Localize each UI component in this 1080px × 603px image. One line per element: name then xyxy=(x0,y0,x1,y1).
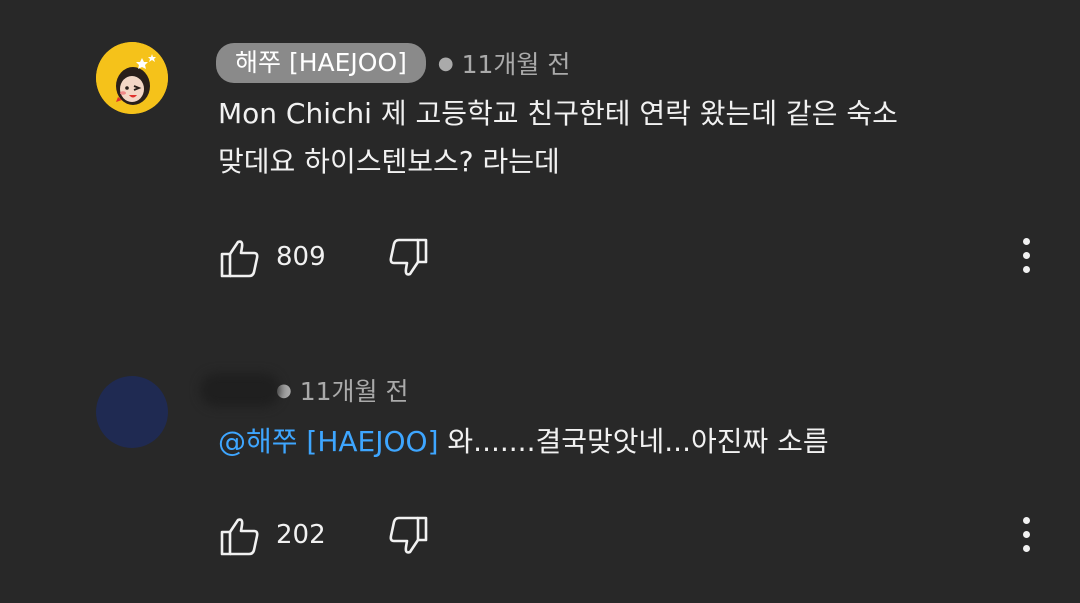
thumb-down-icon[interactable] xyxy=(386,236,430,280)
like-count: 202 xyxy=(276,520,326,550)
thumb-down-icon[interactable] xyxy=(386,514,430,558)
more-vert-icon[interactable] xyxy=(1020,238,1032,278)
mention-link[interactable]: @해쭈 [HAEJOO] xyxy=(218,425,439,458)
comment-meta: ● 11개월 전 xyxy=(200,372,408,408)
thumb-up-icon[interactable] xyxy=(218,514,262,558)
separator-dot: ● xyxy=(437,52,454,74)
reply-text: 와.......결국맞앗네...아진짜 소름 xyxy=(438,425,829,458)
thumb-up-icon[interactable] xyxy=(218,236,262,280)
more-vert-icon[interactable] xyxy=(1020,517,1032,557)
avatar-cartoon-icon xyxy=(96,42,168,114)
author-name[interactable]: 해쭈 [HAEJOO] xyxy=(216,43,426,83)
comment-text: Mon Chichi 제 고등학교 친구한테 연락 왔는데 같은 숙소 맞데요 … xyxy=(218,97,898,178)
avatar[interactable] xyxy=(96,42,168,114)
author-name-redacted[interactable] xyxy=(200,373,280,407)
comment-time: 11개월 전 xyxy=(461,50,571,79)
like-count: 809 xyxy=(276,242,326,272)
avatar[interactable] xyxy=(96,376,168,448)
comment-meta: 해쭈 [HAEJOO] ● 11개월 전 xyxy=(216,43,570,83)
comments-page: 해쭈 [HAEJOO] ● 11개월 전 Mon Chichi 제 고등학교 친… xyxy=(0,0,1080,603)
comment-text: @해쭈 [HAEJOO] 와.......결국맞앗네...아진짜 소름 xyxy=(218,418,1018,466)
comment-time: 11개월 전 xyxy=(299,377,409,406)
